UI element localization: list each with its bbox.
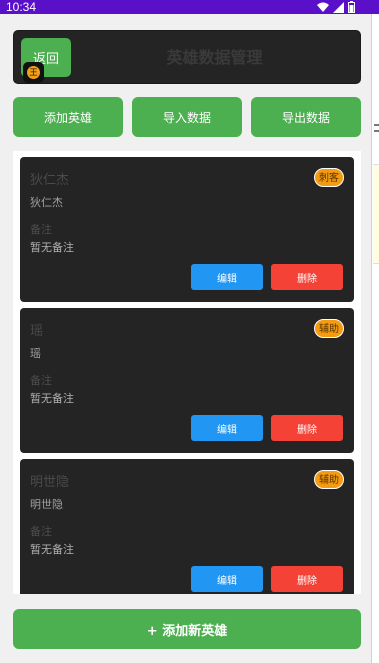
note-label: 备注 bbox=[30, 525, 52, 538]
hero-subtitle: 明世隐 bbox=[30, 498, 63, 511]
hero-list[interactable]: 狄仁杰 刺客 狄仁杰 备注 暂无备注 编辑 删除 瑶 辅助 瑶 备注 暂无备注 … bbox=[13, 151, 361, 594]
edit-button[interactable]: 编辑 bbox=[191, 264, 263, 290]
delete-button[interactable]: 删除 bbox=[271, 566, 343, 592]
wifi-icon bbox=[317, 2, 329, 12]
edit-button[interactable]: 编辑 bbox=[191, 415, 263, 441]
export-data-button[interactable]: 导出数据 bbox=[251, 97, 361, 137]
action-row: 添加英雄 导入数据 导出数据 bbox=[13, 97, 361, 137]
hero-name: 瑶 bbox=[30, 324, 44, 339]
app-screen: 返回 英雄数据管理 王 添加英雄 导入数据 导出数据 狄仁杰 刺客 狄仁杰 备注… bbox=[0, 14, 371, 663]
note-value: 暂无备注 bbox=[30, 241, 74, 254]
background-window-edge bbox=[371, 14, 379, 663]
status-icons bbox=[317, 1, 355, 13]
delete-button[interactable]: 删除 bbox=[271, 415, 343, 441]
note-label: 备注 bbox=[30, 374, 52, 387]
add-hero-button[interactable]: 添加英雄 bbox=[13, 97, 123, 137]
note-value: 暂无备注 bbox=[30, 543, 74, 556]
note-label: 备注 bbox=[30, 223, 52, 236]
background-panel bbox=[373, 164, 379, 264]
hero-name: 明世隐 bbox=[30, 475, 70, 490]
add-new-hero-button[interactable]: + 添加新英雄 bbox=[13, 609, 361, 649]
edit-button[interactable]: 编辑 bbox=[191, 566, 263, 592]
battery-icon bbox=[348, 1, 355, 13]
status-time: 10:34 bbox=[6, 0, 37, 14]
role-badge: 刺客 bbox=[314, 168, 344, 187]
delete-button[interactable]: 删除 bbox=[271, 264, 343, 290]
hero-card: 狄仁杰 刺客 狄仁杰 备注 暂无备注 编辑 删除 bbox=[20, 157, 354, 302]
status-bar: 10:34 bbox=[0, 0, 379, 14]
app-logo-glyph: 王 bbox=[27, 66, 40, 79]
note-value: 暂无备注 bbox=[30, 392, 74, 405]
role-badge: 辅助 bbox=[314, 319, 344, 338]
hero-subtitle: 瑶 bbox=[30, 347, 41, 360]
header-bar: 返回 英雄数据管理 王 bbox=[13, 30, 361, 84]
hero-name: 狄仁杰 bbox=[30, 173, 70, 188]
hero-card: 明世隐 辅助 明世隐 备注 暂无备注 编辑 删除 bbox=[20, 459, 354, 594]
app-logo-icon: 王 bbox=[23, 62, 44, 83]
role-badge: 辅助 bbox=[314, 470, 344, 489]
divider bbox=[374, 130, 379, 132]
divider bbox=[374, 124, 379, 126]
hero-subtitle: 狄仁杰 bbox=[30, 196, 63, 209]
page-title: 英雄数据管理 bbox=[166, 48, 263, 67]
signal-icon bbox=[333, 1, 344, 13]
import-data-button[interactable]: 导入数据 bbox=[132, 97, 242, 137]
hero-card: 瑶 辅助 瑶 备注 暂无备注 编辑 删除 bbox=[20, 308, 354, 453]
